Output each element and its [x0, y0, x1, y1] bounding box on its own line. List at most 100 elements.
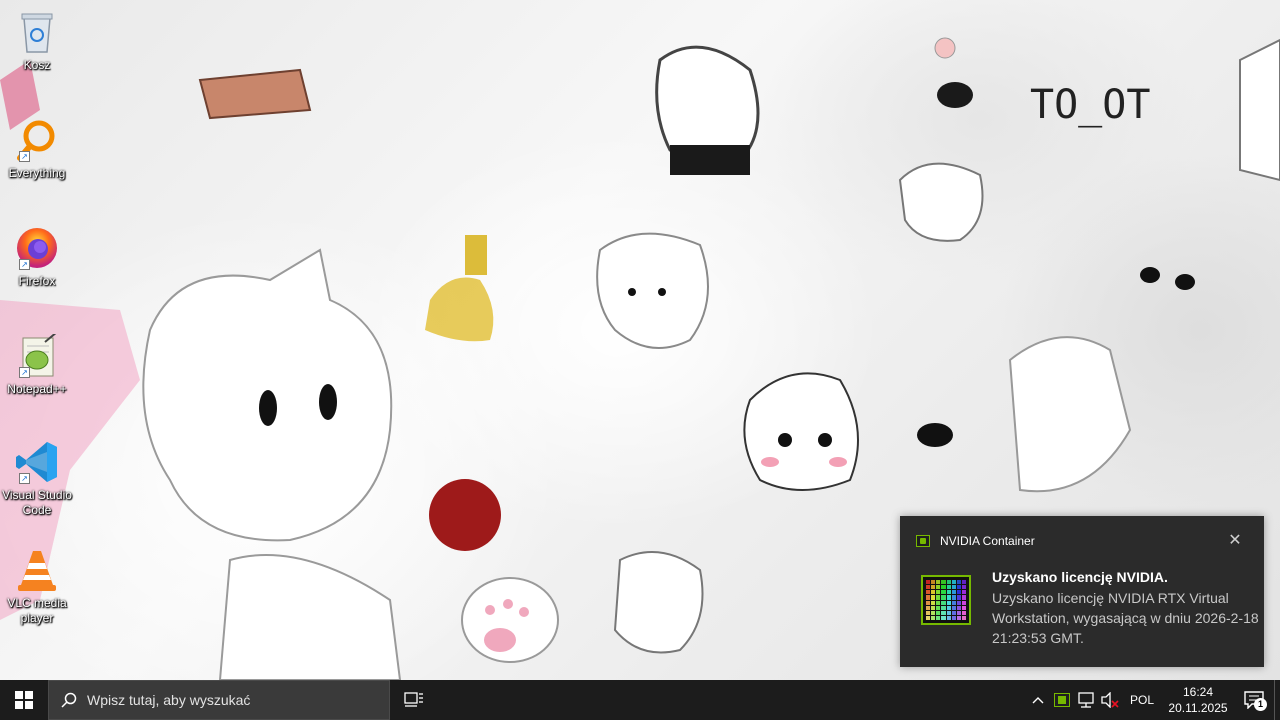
grid-cell — [951, 605, 956, 610]
taskbar-clock[interactable]: 16:24 20.11.2025 — [1162, 680, 1234, 720]
task-view-icon — [404, 692, 423, 707]
grid-cell — [931, 615, 936, 620]
shortcut-arrow-icon: ↗ — [19, 151, 30, 162]
desktop-icon-vscode[interactable]: ↗ Visual Studio Code — [0, 438, 74, 518]
grid-cell — [956, 600, 961, 605]
desktop-icon-notepadpp[interactable]: ↗ Notepad++ — [0, 332, 74, 397]
task-view-button[interactable] — [390, 680, 438, 720]
vscode-icon: ↗ — [13, 438, 61, 486]
grid-cell — [956, 585, 961, 590]
desktop-icon-label: Notepad++ — [7, 382, 67, 396]
grid-cell — [961, 580, 966, 585]
notification-count-badge: 1 — [1254, 698, 1267, 711]
grid-cell — [946, 590, 951, 595]
grid-cell — [941, 585, 946, 590]
firefox-icon: ↗ — [13, 224, 61, 272]
grid-cell — [931, 605, 936, 610]
grid-cell — [951, 610, 956, 615]
grid-cell — [956, 610, 961, 615]
notepad-plus-plus-icon: ↗ — [13, 332, 61, 380]
desktop-icon-firefox[interactable]: ↗ Firefox — [0, 224, 74, 289]
taskbar-search-box[interactable]: Wpisz tutaj, aby wyszukać — [48, 680, 390, 720]
grid-cell — [946, 580, 951, 585]
grid-cell — [951, 580, 956, 585]
nvidia-tray-icon[interactable] — [1050, 680, 1074, 720]
grid-cell — [946, 585, 951, 590]
grid-cell — [941, 610, 946, 615]
vlc-icon — [13, 546, 61, 594]
grid-cell — [946, 615, 951, 620]
clock-time: 16:24 — [1182, 685, 1214, 699]
show-hidden-icons-chevron-icon[interactable] — [1026, 680, 1050, 720]
show-desktop-button[interactable] — [1274, 680, 1280, 720]
desktop-icon-everything[interactable]: ↗ Everything — [0, 116, 74, 181]
grid-cell — [941, 580, 946, 585]
grid-cell — [946, 605, 951, 610]
grid-cell — [961, 595, 966, 600]
grid-cell — [931, 600, 936, 605]
desktop-icon-label: Visual Studio Code — [2, 488, 72, 517]
notification-body: Uzyskano licencję NVIDIA RTX Virtual Wor… — [992, 590, 1259, 646]
shortcut-arrow-icon: ↗ — [19, 367, 30, 378]
grid-cell — [941, 615, 946, 620]
desktop-icon-recycle-bin[interactable]: Kosz — [0, 8, 74, 73]
grid-cell — [961, 590, 966, 595]
grid-cell — [956, 615, 961, 620]
everything-search-icon: ↗ — [13, 116, 61, 164]
recycle-bin-icon — [13, 8, 61, 56]
grid-cell — [926, 580, 931, 585]
volume-muted-icon[interactable] — [1098, 680, 1122, 720]
nvidia-app-icon — [916, 535, 930, 547]
input-language-indicator[interactable]: POL — [1122, 680, 1162, 720]
grid-cell — [926, 600, 931, 605]
grid-cell — [936, 605, 941, 610]
grid-cell — [951, 585, 956, 590]
grid-cell — [936, 615, 941, 620]
search-placeholder: Wpisz tutaj, aby wyszukać — [87, 692, 251, 708]
close-icon[interactable]: ✕ — [1228, 533, 1242, 549]
desktop-icon-label: Firefox — [18, 274, 56, 288]
grid-cell — [961, 605, 966, 610]
grid-cell — [956, 605, 961, 610]
grid-cell — [961, 600, 966, 605]
grid-cell — [941, 595, 946, 600]
desktop-icon-vlc[interactable]: VLC media player — [0, 546, 74, 626]
grid-cell — [951, 590, 956, 595]
grid-cell — [951, 595, 956, 600]
grid-cell — [936, 595, 941, 600]
grid-cell — [951, 615, 956, 620]
windows-logo-icon — [15, 691, 33, 709]
grid-cell — [936, 590, 941, 595]
nvidia-license-icon — [921, 575, 971, 625]
notification-toast[interactable]: NVIDIA Container ✕ Uzyskano licencję NVI… — [900, 516, 1264, 667]
grid-cell — [956, 595, 961, 600]
grid-cell — [936, 610, 941, 615]
grid-cell — [961, 585, 966, 590]
notification-header: NVIDIA Container — [916, 534, 1035, 548]
grid-cell — [926, 585, 931, 590]
grid-cell — [931, 580, 936, 585]
start-button[interactable] — [0, 680, 48, 720]
wallpaper-to-ot-text: TO_OT — [1030, 82, 1150, 128]
grid-cell — [956, 580, 961, 585]
desktop-icon-label: Everything — [8, 166, 66, 180]
grid-cell — [936, 600, 941, 605]
grid-cell — [941, 605, 946, 610]
grid-cell — [951, 600, 956, 605]
network-icon[interactable] — [1074, 680, 1098, 720]
notification-app-name: NVIDIA Container — [940, 534, 1035, 548]
notification-title: Uzyskano licencję NVIDIA. — [992, 569, 1168, 585]
desktop-icon-label: Kosz — [23, 58, 51, 72]
taskbar: Wpisz tutaj, aby wyszukać POL 16:24 20.1… — [0, 680, 1280, 720]
grid-cell — [946, 595, 951, 600]
grid-cell — [961, 615, 966, 620]
grid-cell — [931, 595, 936, 600]
grid-cell — [936, 585, 941, 590]
desktop-icon-label: VLC media player — [7, 596, 67, 625]
grid-cell — [926, 610, 931, 615]
grid-cell — [926, 590, 931, 595]
grid-cell — [931, 610, 936, 615]
action-center-button[interactable]: 1 — [1234, 680, 1274, 720]
grid-cell — [936, 580, 941, 585]
grid-cell — [931, 585, 936, 590]
